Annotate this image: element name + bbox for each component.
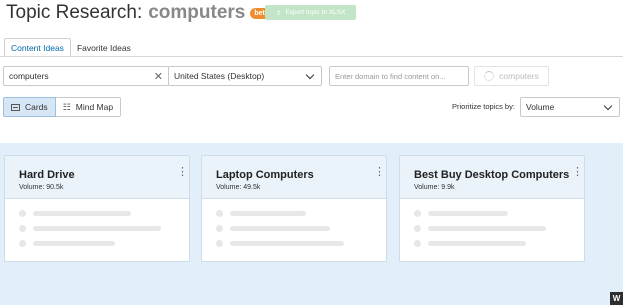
placeholder-dot (216, 240, 223, 247)
get-content-ideas-button[interactable]: computers (474, 66, 549, 86)
topic-card-title[interactable]: Hard Drive (19, 169, 175, 182)
prioritize-label: Prioritize topics by: (452, 102, 515, 111)
topic-card[interactable]: Laptop Computers Volume: 49.5k ⋮ (201, 155, 387, 262)
more-options-icon[interactable]: ⋮ (374, 167, 385, 178)
prioritize-select-value: Volume (526, 102, 555, 112)
topic-card-volume: Volume: 49.5k (216, 184, 261, 191)
page-header: Topic Research: computers beta (6, 2, 273, 24)
topic-card-header: Laptop Computers Volume: 49.5k ⋮ (202, 156, 386, 199)
export-xlsx-label: Export topic to XLSX (285, 9, 346, 16)
placeholder-bar (428, 241, 526, 246)
placeholder-row (216, 206, 372, 221)
placeholder-row (414, 206, 570, 221)
placeholder-dot (216, 210, 223, 217)
placeholder-row (414, 221, 570, 236)
placeholder-dot (19, 240, 26, 247)
placeholder-bar (230, 241, 344, 246)
mindmap-icon: ☷ (62, 101, 71, 112)
placeholder-row (216, 221, 372, 236)
cards-icon (11, 103, 20, 111)
page-title-query: computers (148, 2, 246, 23)
chevron-down-icon (305, 70, 315, 79)
help-widget-icon[interactable]: W (610, 292, 623, 305)
placeholder-dot (216, 225, 223, 232)
placeholder-bar (33, 226, 161, 231)
domain-input-placeholder: Enter domain to find content on... (335, 71, 446, 81)
topic-search-value: computers (9, 71, 49, 81)
tab-content-ideas[interactable]: Content Ideas (4, 38, 71, 57)
mindmap-view-button[interactable]: ☷ Mind Map (55, 97, 122, 117)
placeholder-dot (414, 225, 421, 232)
export-xlsx-button[interactable]: ⇪ Export topic to XLSX (265, 5, 356, 20)
placeholder-row (19, 206, 175, 221)
loading-spinner-icon (484, 71, 495, 81)
prioritize-select[interactable]: Volume (520, 97, 620, 117)
placeholder-bar (230, 226, 330, 231)
more-options-icon[interactable]: ⋮ (177, 167, 188, 178)
topic-card-header: Hard Drive Volume: 90.5k ⋮ (5, 156, 189, 199)
placeholder-bar (33, 211, 131, 216)
placeholder-row (19, 236, 175, 251)
mindmap-view-label: Mind Map (75, 102, 114, 112)
topic-card[interactable]: Hard Drive Volume: 90.5k ⋮ (4, 155, 190, 262)
view-toggle: Cards ☷ Mind Map (3, 97, 122, 117)
topic-card[interactable]: Best Buy Desktop Computers Volume: 9.9k … (399, 155, 585, 262)
topic-card-body (5, 199, 189, 261)
topic-card-title[interactable]: Best Buy Desktop Computers (414, 169, 570, 182)
cards-view-label: Cards (25, 102, 48, 112)
domain-input[interactable]: Enter domain to find content on... (329, 66, 469, 86)
more-options-icon[interactable]: ⋮ (572, 167, 583, 178)
get-content-ideas-label: computers (499, 71, 539, 81)
topic-card-body (400, 199, 584, 261)
placeholder-bar (428, 226, 546, 231)
placeholder-bar (230, 211, 306, 216)
region-select-value: United States (Desktop) (174, 71, 265, 81)
page-title: Topic Research: (6, 2, 143, 23)
placeholder-row (414, 236, 570, 251)
placeholder-bar (428, 211, 508, 216)
cards-view-button[interactable]: Cards (3, 97, 56, 117)
topic-card-volume: Volume: 9.9k (414, 184, 455, 191)
topic-card-body (202, 199, 386, 261)
clear-icon[interactable]: ✕ (154, 70, 163, 83)
topic-search-input[interactable]: computers ✕ (3, 66, 169, 86)
placeholder-row (19, 221, 175, 236)
placeholder-dot (414, 240, 421, 247)
placeholder-bar (33, 241, 115, 246)
export-icon: ⇪ (275, 9, 282, 17)
placeholder-row (216, 236, 372, 251)
topic-card-header: Best Buy Desktop Computers Volume: 9.9k … (400, 156, 584, 199)
topic-card-title[interactable]: Laptop Computers (216, 169, 372, 182)
tab-bar: Content Ideas Favorite Ideas (4, 37, 137, 57)
placeholder-dot (19, 210, 26, 217)
topic-card-volume: Volume: 90.5k (19, 184, 64, 191)
tab-divider (0, 56, 623, 57)
placeholder-dot (19, 225, 26, 232)
chevron-down-icon (603, 101, 613, 110)
placeholder-dot (414, 210, 421, 217)
region-select[interactable]: United States (Desktop) (168, 66, 322, 86)
tab-favorite-ideas[interactable]: Favorite Ideas (71, 38, 137, 57)
